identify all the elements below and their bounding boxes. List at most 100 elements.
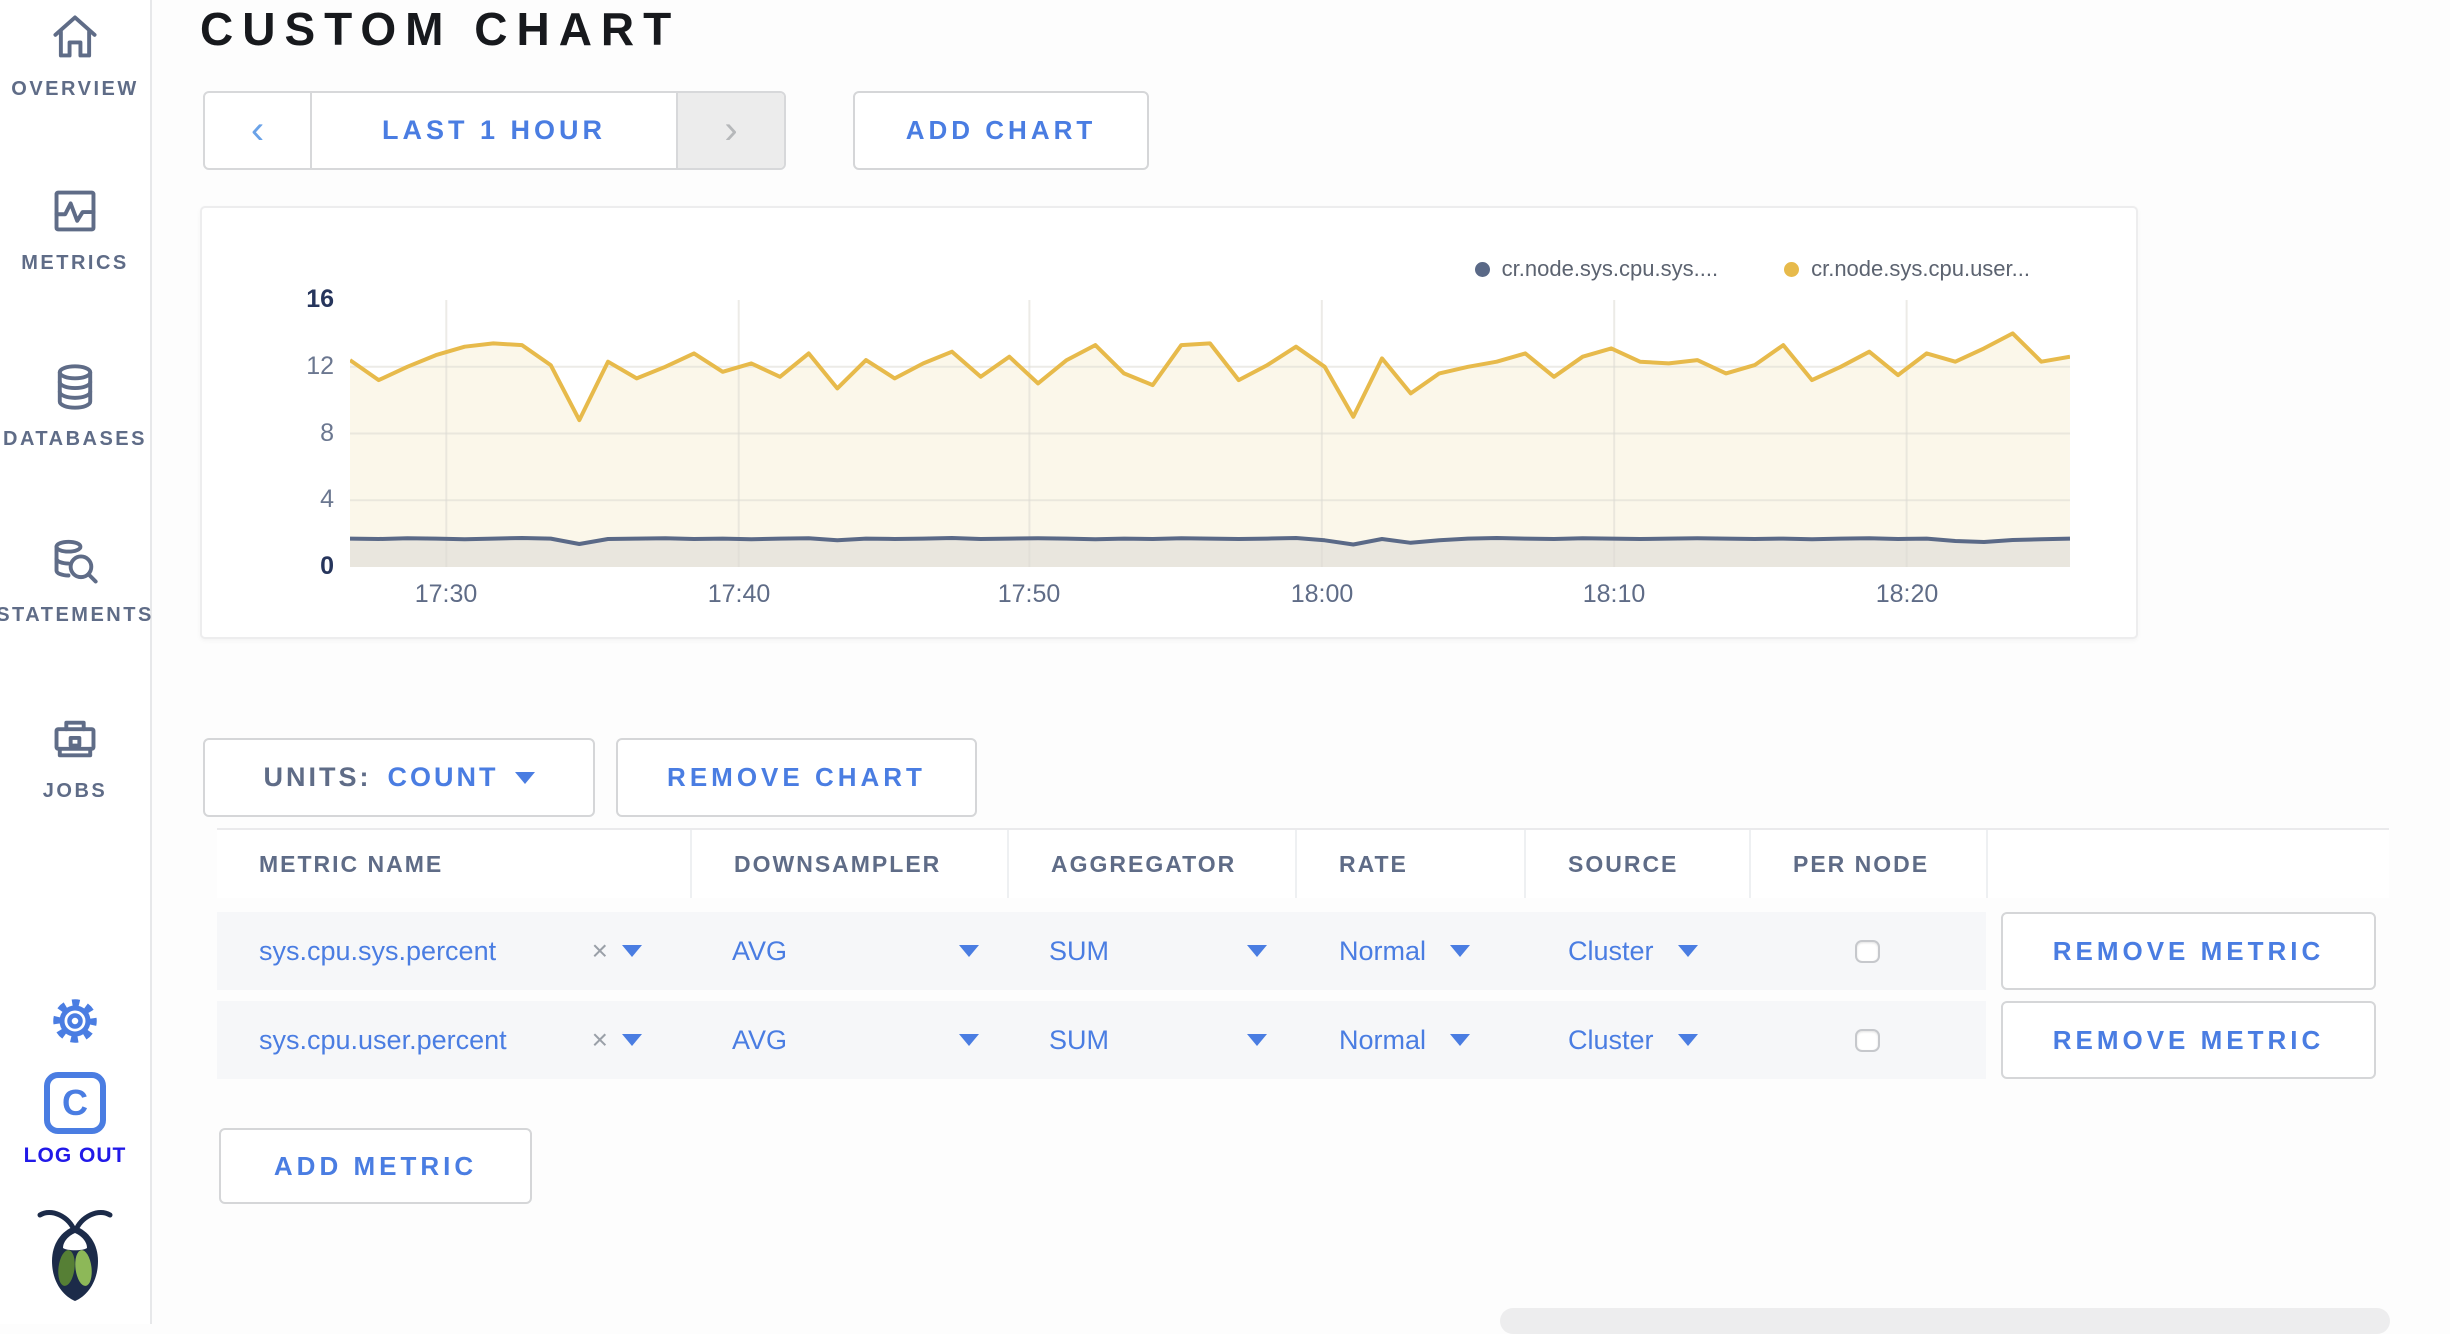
source-dropdown[interactable]: Cluster xyxy=(1524,1001,1749,1079)
add-metric-button[interactable]: ADD METRIC xyxy=(219,1128,532,1204)
page-title: CUSTOM CHART xyxy=(200,3,681,55)
sidebar-item-metrics[interactable]: METRICS xyxy=(0,186,150,275)
legend-dot-sys xyxy=(1474,261,1490,277)
metric-name-dropdown[interactable]: × xyxy=(592,1024,690,1056)
database-icon xyxy=(57,364,93,410)
metric-name-dropdown[interactable]: × xyxy=(592,935,690,967)
aggregator-value: SUM xyxy=(1049,935,1109,966)
metric-name-value[interactable]: sys.cpu.sys.percent xyxy=(259,936,496,967)
rate-value: Normal xyxy=(1339,935,1427,966)
sidebar-item-label: STATEMENTS xyxy=(0,604,154,626)
legend-dot-user xyxy=(1784,261,1800,277)
column-header: SOURCE xyxy=(1524,830,1749,898)
sidebar-item-label: METRICS xyxy=(21,252,129,274)
y-axis-tick: 12 xyxy=(306,352,334,380)
aggregator-value: SUM xyxy=(1049,1024,1109,1055)
y-axis-tick: 0 xyxy=(320,552,334,580)
rate-dropdown[interactable]: Normal xyxy=(1295,1001,1524,1079)
chart-svg xyxy=(350,300,2070,567)
chart-card: cr.node.sys.cpu.sys.... cr.node.sys.cpu.… xyxy=(200,206,2138,639)
sidebar-item-label: DATABASES xyxy=(3,428,147,450)
remove-metric-button[interactable]: REMOVE METRIC xyxy=(2001,1001,2376,1079)
legend-item[interactable]: cr.node.sys.cpu.sys.... xyxy=(1474,256,1719,282)
dropdown-arrow-icon xyxy=(1677,1034,1698,1046)
dropdown-arrow-icon xyxy=(514,771,535,784)
logout-label: LOG OUT xyxy=(23,1144,127,1167)
metric-name-value[interactable]: sys.cpu.user.percent xyxy=(259,1025,507,1056)
line-chart[interactable] xyxy=(350,300,2070,567)
dropdown-arrow-icon xyxy=(959,1034,979,1046)
dropdown-arrow-icon xyxy=(622,1034,642,1046)
remove-chart-button[interactable]: REMOVE CHART xyxy=(616,738,977,817)
gear-icon[interactable] xyxy=(50,996,100,1046)
downsampler-dropdown[interactable]: AVG xyxy=(690,1001,1007,1079)
metrics-chart-icon xyxy=(54,190,96,232)
per-node-checkbox[interactable] xyxy=(1855,939,1880,963)
sidebar-item-statements[interactable]: STATEMENTS xyxy=(0,538,151,627)
units-dropdown[interactable]: UNITS: COUNT xyxy=(203,738,595,817)
column-header: AGGREGATOR xyxy=(1007,830,1295,898)
per-node-checkbox[interactable] xyxy=(1855,1028,1880,1052)
units-value: COUNT xyxy=(387,762,499,792)
x-axis-tick: 17:30 xyxy=(414,580,478,608)
column-header: METRIC NAME xyxy=(217,830,690,898)
column-header: RATE xyxy=(1295,830,1524,898)
dropdown-arrow-icon xyxy=(1677,945,1698,957)
time-range-label[interactable]: LAST 1 HOUR xyxy=(312,93,676,168)
y-axis-tick: 8 xyxy=(320,419,334,447)
downsampler-dropdown[interactable]: AVG xyxy=(690,912,1007,990)
dropdown-arrow-icon xyxy=(1247,945,1267,957)
x-axis-tick: 17:50 xyxy=(997,580,1061,608)
column-header: DOWNSAMPLER xyxy=(690,830,1007,898)
source-dropdown[interactable]: Cluster xyxy=(1524,912,1749,990)
dropdown-arrow-icon xyxy=(622,945,642,957)
metrics-table: METRIC NAME DOWNSAMPLER AGGREGATOR RATE … xyxy=(217,828,2389,1079)
sidebar: OVERVIEW METRICS DATABASES STATEMENTS JO… xyxy=(0,0,152,1324)
horizontal-scrollbar[interactable] xyxy=(1500,1308,2390,1334)
user-avatar: C xyxy=(44,1072,106,1134)
dropdown-arrow-icon xyxy=(1450,1034,1471,1046)
aggregator-dropdown[interactable]: SUM xyxy=(1007,1001,1295,1079)
clear-icon[interactable]: × xyxy=(592,1024,608,1056)
source-value: Cluster xyxy=(1568,1024,1654,1055)
column-header-empty xyxy=(1986,830,2389,898)
clear-icon[interactable]: × xyxy=(592,935,608,967)
source-value: Cluster xyxy=(1568,935,1654,966)
legend-item[interactable]: cr.node.sys.cpu.user... xyxy=(1784,256,2030,282)
metric-row: sys.cpu.sys.percent × AVG SUM Normal Clu… xyxy=(217,912,2389,990)
units-label: UNITS: xyxy=(263,762,372,792)
add-chart-button[interactable]: ADD CHART xyxy=(853,91,1149,170)
sidebar-item-jobs[interactable]: JOBS xyxy=(0,714,150,803)
column-header: PER NODE xyxy=(1749,830,1986,898)
chevron-right-icon: › xyxy=(724,108,738,152)
time-next-button[interactable]: › xyxy=(676,93,784,168)
statements-search-icon xyxy=(54,539,98,584)
remove-metric-button[interactable]: REMOVE METRIC xyxy=(2001,912,2376,990)
cockroach-logo-icon[interactable] xyxy=(37,1206,113,1302)
y-axis-tick: 4 xyxy=(320,485,334,513)
dropdown-arrow-icon xyxy=(1247,1034,1267,1046)
sidebar-item-overview[interactable]: OVERVIEW xyxy=(0,12,150,101)
sidebar-item-label: OVERVIEW xyxy=(11,78,139,100)
time-range-picker: ‹ LAST 1 HOUR › xyxy=(203,91,786,170)
metric-row: sys.cpu.user.percent × AVG SUM Normal Cl… xyxy=(217,1001,2389,1079)
sidebar-item-databases[interactable]: DATABASES xyxy=(0,362,150,451)
legend-label: cr.node.sys.cpu.user... xyxy=(1811,256,2030,281)
x-axis-tick: 18:20 xyxy=(1875,580,1939,608)
x-axis-tick: 18:00 xyxy=(1290,580,1354,608)
rate-value: Normal xyxy=(1339,1024,1427,1055)
dropdown-arrow-icon xyxy=(959,945,979,957)
rate-dropdown[interactable]: Normal xyxy=(1295,912,1524,990)
legend-label: cr.node.sys.cpu.sys.... xyxy=(1501,256,1719,281)
y-axis-tick: 16 xyxy=(306,285,334,313)
x-axis-tick: 18:10 xyxy=(1582,580,1646,608)
chart-legend: cr.node.sys.cpu.sys.... cr.node.sys.cpu.… xyxy=(1474,256,2030,282)
downsampler-value: AVG xyxy=(732,935,788,966)
logout-button[interactable]: C LOG OUT xyxy=(0,1072,150,1168)
sidebar-item-label: JOBS xyxy=(42,780,108,802)
time-prev-button[interactable]: ‹ xyxy=(205,93,312,168)
home-icon xyxy=(53,15,97,58)
aggregator-dropdown[interactable]: SUM xyxy=(1007,912,1295,990)
table-header-row: METRIC NAME DOWNSAMPLER AGGREGATOR RATE … xyxy=(217,828,2389,898)
chevron-left-icon: ‹ xyxy=(250,108,265,152)
